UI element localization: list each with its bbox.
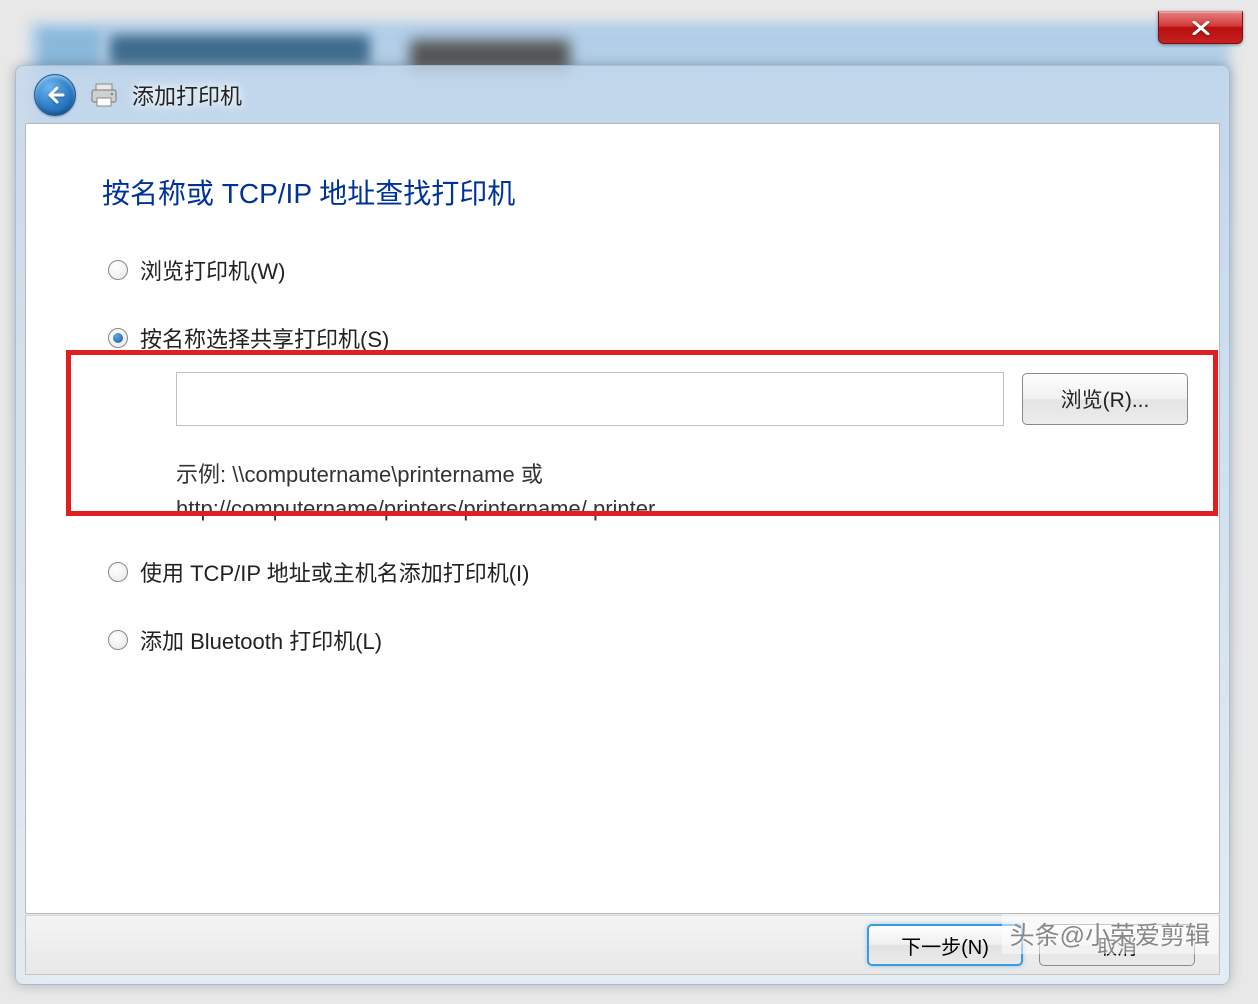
radio-select-by-name[interactable] — [108, 328, 128, 348]
example-line1: \\computername\printername 或 — [232, 462, 543, 487]
option-label: 按名称选择共享打印机(S) — [140, 322, 389, 354]
radio-browse-printers[interactable] — [108, 260, 128, 280]
close-icon — [1191, 21, 1211, 35]
background-blur — [110, 35, 370, 65]
example-line2: http://computername/printers/printername… — [176, 496, 655, 521]
radio-add-bluetooth[interactable] — [108, 630, 128, 650]
printer-name-input[interactable] — [176, 372, 1004, 426]
option-label: 使用 TCP/IP 地址或主机名添加打印机(I) — [140, 556, 530, 588]
wizard-window: 添加打印机 按名称或 TCP/IP 地址查找打印机 浏览打印机(W) 按名称选择… — [15, 65, 1230, 985]
back-button[interactable] — [34, 74, 76, 116]
next-button[interactable]: 下一步(N) — [867, 924, 1023, 966]
example-prefix: 示例: — [176, 462, 232, 487]
browse-button[interactable]: 浏览(R)... — [1022, 373, 1188, 425]
option-label: 浏览打印机(W) — [140, 254, 285, 286]
option-browse-printers[interactable]: 浏览打印机(W) — [108, 254, 1189, 286]
option-add-bluetooth[interactable]: 添加 Bluetooth 打印机(L) — [108, 624, 1189, 656]
options-group: 浏览打印机(W) 按名称选择共享打印机(S) 浏览(R)... 示例: \\co… — [108, 254, 1189, 692]
example-text: 示例: \\computername\printername 或 http://… — [176, 458, 1189, 526]
option-use-tcpip[interactable]: 使用 TCP/IP 地址或主机名添加打印机(I) — [108, 556, 1189, 588]
wizard-footer: 下一步(N) 取消 — [25, 915, 1220, 975]
wizard-title: 添加打印机 — [132, 79, 242, 111]
arrow-left-icon — [44, 84, 66, 106]
window-close-button[interactable] — [1158, 11, 1243, 44]
option-label: 添加 Bluetooth 打印机(L) — [140, 624, 382, 656]
printer-icon — [90, 83, 118, 107]
wizard-body: 按名称或 TCP/IP 地址查找打印机 浏览打印机(W) 按名称选择共享打印机(… — [25, 123, 1220, 914]
cancel-button[interactable]: 取消 — [1039, 924, 1195, 966]
option-select-by-name[interactable]: 按名称选择共享打印机(S) — [108, 322, 1189, 354]
radio-use-tcpip[interactable] — [108, 562, 128, 582]
page-heading: 按名称或 TCP/IP 地址查找打印机 — [102, 172, 515, 212]
background-blur — [40, 30, 100, 70]
wizard-header: 添加打印机 — [16, 66, 1229, 123]
